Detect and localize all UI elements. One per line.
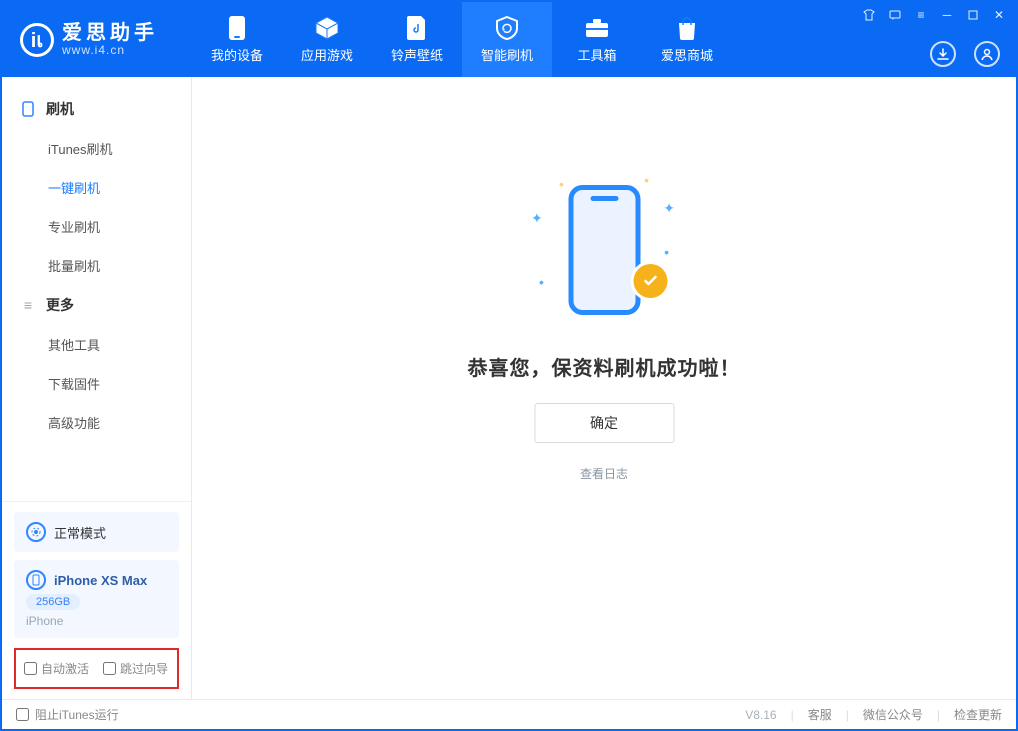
block-itunes-checkbox[interactable]: 阻止iTunes运行 bbox=[16, 706, 119, 723]
tab-toolbox[interactable]: 工具箱 bbox=[552, 2, 642, 77]
tab-label: 铃声壁纸 bbox=[391, 45, 443, 64]
skip-guide-label: 跳过向导 bbox=[120, 660, 168, 677]
check-update-link[interactable]: 检查更新 bbox=[954, 706, 1002, 723]
music-file-icon bbox=[404, 15, 430, 41]
auto-activate-checkbox[interactable]: 自动激活 bbox=[24, 660, 89, 677]
app-header: iเ 爱思助手 www.i4.cn 我的设备 应用游戏 铃声壁纸 bbox=[2, 2, 1016, 77]
ok-button[interactable]: 确定 bbox=[534, 403, 674, 443]
sidebar-item-oneclick-flash[interactable]: 一键刷机 bbox=[2, 168, 191, 207]
block-itunes-input[interactable] bbox=[16, 708, 29, 721]
tab-label: 我的设备 bbox=[211, 45, 263, 64]
sidebar-group-more: ≡ 更多 bbox=[2, 285, 191, 325]
auto-activate-label: 自动激活 bbox=[41, 660, 89, 677]
sidebar-group-flash: 刷机 bbox=[2, 89, 191, 129]
device-type-label: iPhone bbox=[26, 614, 63, 628]
check-badge-icon bbox=[633, 264, 667, 298]
tab-label: 爱思商城 bbox=[661, 45, 713, 64]
list-icon: ≡ bbox=[20, 297, 36, 313]
sparkle-icon: • bbox=[539, 274, 544, 290]
sidebar: 刷机 iTunes刷机 一键刷机 专业刷机 批量刷机 ≡ 更多 其他工具 下载固… bbox=[2, 77, 192, 699]
mode-card[interactable]: 正常模式 bbox=[14, 512, 179, 552]
mode-icon bbox=[26, 522, 46, 542]
brand-name-en: www.i4.cn bbox=[62, 43, 158, 57]
sidebar-item-advanced[interactable]: 高级功能 bbox=[2, 403, 191, 442]
tab-label: 智能刷机 bbox=[481, 45, 533, 64]
top-nav: 我的设备 应用游戏 铃声壁纸 智能刷机 工具箱 bbox=[192, 2, 732, 77]
wechat-link[interactable]: 微信公众号 bbox=[863, 706, 923, 723]
version-label: V8.16 bbox=[745, 708, 776, 722]
skin-icon[interactable] bbox=[862, 8, 876, 22]
tab-ringtone-wallpaper[interactable]: 铃声壁纸 bbox=[372, 2, 462, 77]
auto-activate-input[interactable] bbox=[24, 662, 37, 675]
success-message: 恭喜您，保资料刷机成功啦！ bbox=[468, 352, 741, 381]
group-title-label: 刷机 bbox=[46, 99, 74, 119]
status-bar: 阻止iTunes运行 V8.16 | 客服 | 微信公众号 | 检查更新 bbox=[2, 699, 1016, 729]
logo-icon: iเ bbox=[20, 23, 54, 57]
group-title-label: 更多 bbox=[46, 295, 74, 315]
sparkle-icon: ✦ bbox=[663, 200, 675, 217]
download-button[interactable] bbox=[930, 41, 956, 67]
window-controls: ≡ ─ ✕ bbox=[862, 8, 1006, 22]
tab-label: 工具箱 bbox=[577, 45, 616, 64]
device-phone-icon bbox=[26, 570, 46, 590]
refresh-shield-icon bbox=[494, 15, 520, 41]
minimize-icon[interactable]: ─ bbox=[940, 8, 954, 22]
flash-options-highlight: 自动激活 跳过向导 bbox=[14, 648, 179, 689]
support-link[interactable]: 客服 bbox=[808, 706, 832, 723]
close-icon[interactable]: ✕ bbox=[992, 8, 1006, 22]
phone-graphic bbox=[568, 185, 640, 315]
feedback-icon[interactable] bbox=[888, 8, 902, 22]
account-button[interactable] bbox=[974, 41, 1000, 67]
sidebar-item-pro-flash[interactable]: 专业刷机 bbox=[2, 207, 191, 246]
sidebar-item-other-tools[interactable]: 其他工具 bbox=[2, 325, 191, 364]
skip-guide-checkbox[interactable]: 跳过向导 bbox=[103, 660, 168, 677]
sidebar-item-download-firmware[interactable]: 下载固件 bbox=[2, 364, 191, 403]
skip-guide-input[interactable] bbox=[103, 662, 116, 675]
device-name: iPhone XS Max bbox=[54, 573, 147, 588]
mode-label: 正常模式 bbox=[54, 523, 106, 542]
sparkle-icon: ✦ bbox=[531, 210, 543, 227]
menu-icon[interactable]: ≡ bbox=[914, 8, 928, 22]
sidebar-item-itunes-flash[interactable]: iTunes刷机 bbox=[2, 129, 191, 168]
view-log-link[interactable]: 查看日志 bbox=[580, 465, 628, 482]
tab-label: 应用游戏 bbox=[301, 45, 353, 64]
tab-smart-flash[interactable]: 智能刷机 bbox=[462, 2, 552, 77]
block-itunes-label: 阻止iTunes运行 bbox=[35, 706, 119, 723]
sparkle-icon: • bbox=[644, 172, 649, 188]
device-icon bbox=[224, 15, 250, 41]
main-panel: ✦ • ✦ • • • 恭喜您，保资料刷机成功啦！ 确定 查看日志 bbox=[192, 77, 1016, 699]
brand-name-cn: 爱思助手 bbox=[62, 23, 158, 43]
briefcase-icon bbox=[584, 15, 610, 41]
success-illustration: ✦ • ✦ • • • bbox=[529, 170, 679, 330]
bag-icon bbox=[674, 15, 700, 41]
brand-logo: iเ 爱思助手 www.i4.cn bbox=[2, 23, 192, 57]
phone-icon bbox=[20, 101, 36, 117]
device-storage-badge: 256GB bbox=[26, 594, 80, 610]
tab-apps-games[interactable]: 应用游戏 bbox=[282, 2, 372, 77]
cube-icon bbox=[314, 15, 340, 41]
header-actions bbox=[930, 41, 1000, 67]
maximize-icon[interactable] bbox=[966, 8, 980, 22]
device-card[interactable]: iPhone XS Max 256GB iPhone bbox=[14, 560, 179, 638]
sidebar-item-batch-flash[interactable]: 批量刷机 bbox=[2, 246, 191, 285]
tab-my-device[interactable]: 我的设备 bbox=[192, 2, 282, 77]
tab-store[interactable]: 爱思商城 bbox=[642, 2, 732, 77]
sparkle-icon: • bbox=[664, 244, 669, 260]
sparkle-icon: • bbox=[559, 176, 564, 192]
